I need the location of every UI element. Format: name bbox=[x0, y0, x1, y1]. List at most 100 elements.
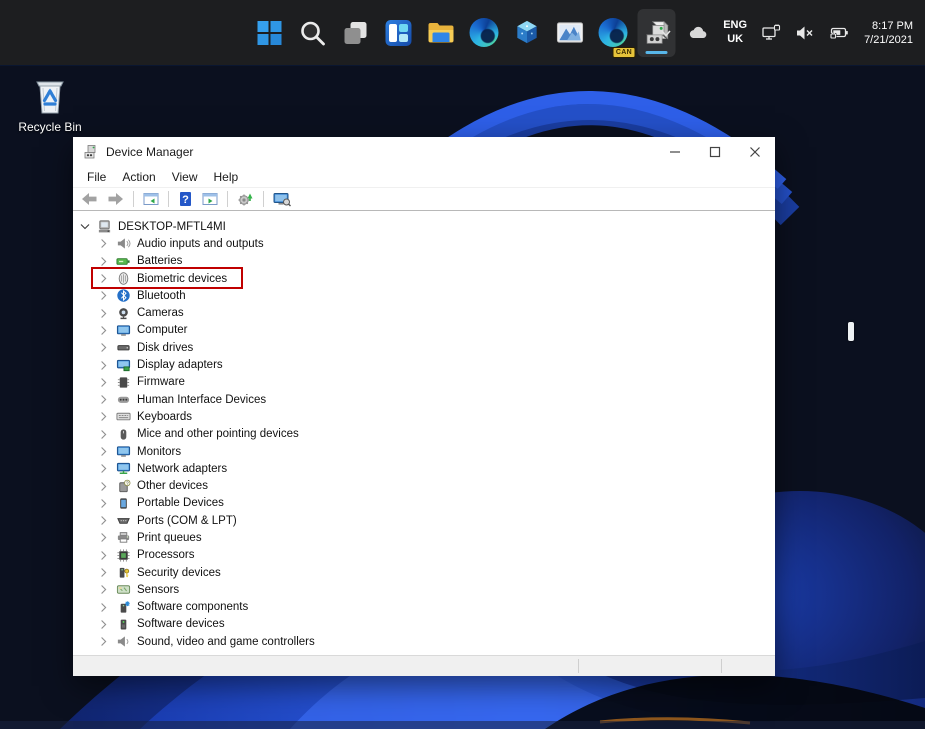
3d-viewer-button[interactable] bbox=[508, 9, 546, 57]
minimize-button[interactable] bbox=[655, 138, 695, 166]
onedrive-button[interactable] bbox=[686, 23, 710, 43]
tree-item-desktop-mftl4mi[interactable]: DESKTOP-MFTL4MI bbox=[73, 218, 775, 235]
file-explorer-button[interactable] bbox=[422, 9, 460, 57]
scan-hardware-button[interactable] bbox=[234, 190, 257, 208]
mouse-icon bbox=[116, 427, 131, 442]
chevron-right-icon[interactable] bbox=[98, 480, 110, 492]
3d-viewer-icon bbox=[517, 20, 537, 44]
window-titlebar[interactable]: Device Manager bbox=[73, 137, 775, 167]
volume-button[interactable] bbox=[794, 23, 816, 43]
chevron-right-icon[interactable] bbox=[98, 601, 110, 613]
menu-help[interactable]: Help bbox=[208, 168, 245, 186]
chevron-right-icon[interactable] bbox=[98, 618, 110, 630]
bluetooth-icon bbox=[116, 288, 131, 303]
tree-item-software-devices[interactable]: Software devices bbox=[73, 616, 775, 633]
chevron-right-icon[interactable] bbox=[98, 376, 110, 388]
tree-item-label: Sound, video and game controllers bbox=[137, 635, 315, 648]
chevron-right-icon[interactable] bbox=[98, 307, 110, 319]
remote-desktop-icon bbox=[273, 193, 291, 207]
back-button[interactable] bbox=[78, 190, 101, 208]
menu-view[interactable]: View bbox=[166, 168, 204, 186]
menu-file[interactable]: File bbox=[81, 168, 112, 186]
chevron-right-icon[interactable] bbox=[98, 446, 110, 458]
tree-item-disk-drives[interactable]: Disk drives bbox=[73, 339, 775, 356]
tree-item-bluetooth[interactable]: Bluetooth bbox=[73, 287, 775, 304]
chevron-right-icon[interactable] bbox=[98, 549, 110, 561]
tree-item-human-interface-devices[interactable]: Human Interface Devices bbox=[73, 391, 775, 408]
maximize-button[interactable] bbox=[695, 138, 735, 166]
tree-item-portable-devices[interactable]: Portable Devices bbox=[73, 495, 775, 512]
chevron-right-icon[interactable] bbox=[98, 290, 110, 302]
chevron-right-icon[interactable] bbox=[98, 636, 110, 648]
start-button[interactable] bbox=[250, 9, 288, 57]
chevron-right-icon[interactable] bbox=[98, 411, 110, 423]
battery-button[interactable] bbox=[827, 23, 851, 43]
cursor-artifact bbox=[848, 322, 854, 341]
chevron-right-icon[interactable] bbox=[98, 394, 110, 406]
tree-item-batteries[interactable]: Batteries bbox=[73, 253, 775, 270]
chevron-right-icon[interactable] bbox=[98, 515, 110, 527]
tree-item-monitors[interactable]: Monitors bbox=[73, 443, 775, 460]
edge-button[interactable] bbox=[465, 9, 503, 57]
tree-item-sound-video-and-game-controllers[interactable]: Sound, video and game controllers bbox=[73, 633, 775, 650]
photos-button[interactable] bbox=[551, 9, 589, 57]
chevron-right-icon[interactable] bbox=[98, 238, 110, 250]
clock[interactable]: 8:17 PM 7/21/2021 bbox=[862, 17, 915, 50]
tree-item-computer[interactable]: Computer bbox=[73, 322, 775, 339]
tree-item-audio-inputs-and-outputs[interactable]: Audio inputs and outputs bbox=[73, 235, 775, 252]
tree-item-print-queues[interactable]: Print queues bbox=[73, 529, 775, 546]
close-button[interactable] bbox=[735, 138, 775, 166]
tree-item-display-adapters[interactable]: Display adapters bbox=[73, 356, 775, 373]
tree-item-software-components[interactable]: Software components bbox=[73, 599, 775, 616]
fingerprint-icon bbox=[116, 271, 131, 286]
tree-item-label: Human Interface Devices bbox=[137, 393, 267, 406]
chevron-right-icon[interactable] bbox=[98, 567, 110, 579]
svg-text:?: ? bbox=[126, 480, 129, 485]
chevron-right-icon[interactable] bbox=[98, 428, 110, 440]
status-bar bbox=[73, 655, 775, 676]
tree-item-firmware[interactable]: Firmware bbox=[73, 374, 775, 391]
widgets-button[interactable] bbox=[379, 9, 417, 57]
remote-desktop-button[interactable] bbox=[270, 190, 294, 208]
forward-button[interactable] bbox=[104, 190, 127, 208]
chevron-right-icon[interactable] bbox=[98, 584, 110, 596]
task-view-button[interactable] bbox=[336, 9, 374, 57]
search-button[interactable] bbox=[293, 9, 331, 57]
help-button[interactable]: ? bbox=[175, 190, 196, 208]
tree-item-label: Cameras bbox=[137, 307, 184, 320]
chevron-down-icon[interactable] bbox=[79, 221, 91, 233]
tree-item-other-devices[interactable]: ? Other devices bbox=[73, 477, 775, 494]
chevron-right-icon[interactable] bbox=[98, 497, 110, 509]
toolbar-separator bbox=[133, 191, 134, 207]
tree-item-keyboards[interactable]: Keyboards bbox=[73, 408, 775, 425]
tree-item-label: Ports (COM & LPT) bbox=[137, 514, 237, 527]
language-line2: UK bbox=[727, 33, 744, 45]
edge-canary-button[interactable]: CAN bbox=[594, 9, 635, 58]
tree-item-ports-com-lpt[interactable]: Ports (COM & LPT) bbox=[73, 512, 775, 529]
chevron-right-icon[interactable] bbox=[98, 255, 110, 267]
screen: CAN ENG UK 8:17 PM 7/21/2021 Recycle Bin… bbox=[0, 0, 925, 729]
chevron-right-icon[interactable] bbox=[98, 324, 110, 336]
tree-item-sensors[interactable]: Sensors bbox=[73, 581, 775, 598]
chevron-right-icon[interactable] bbox=[98, 532, 110, 544]
recycle-bin-icon bbox=[36, 81, 64, 114]
chevron-right-icon[interactable] bbox=[98, 463, 110, 475]
recycle-bin[interactable]: Recycle Bin bbox=[6, 74, 94, 134]
menu-action[interactable]: Action bbox=[116, 168, 161, 186]
chevron-right-icon[interactable] bbox=[98, 342, 110, 354]
tree-item-security-devices[interactable]: Security devices bbox=[73, 564, 775, 581]
chevron-right-icon[interactable] bbox=[98, 273, 110, 285]
scan-hardware-icon bbox=[238, 193, 253, 206]
language-indicator[interactable]: ENG UK bbox=[721, 17, 749, 49]
network-button[interactable] bbox=[760, 22, 783, 44]
tree-item-cameras[interactable]: Cameras bbox=[73, 304, 775, 321]
tree-item-network-adapters[interactable]: Network adapters bbox=[73, 460, 775, 477]
tree-item-biometric-devices[interactable]: Biometric devices bbox=[73, 266, 775, 289]
tray-chevron-button[interactable] bbox=[657, 24, 675, 42]
taskbar: CAN ENG UK 8:17 PM 7/21/2021 bbox=[0, 0, 925, 66]
tree-item-mice-and-other-pointing-devices[interactable]: Mice and other pointing devices bbox=[73, 426, 775, 443]
tree-item-processors[interactable]: Processors bbox=[73, 547, 775, 564]
chevron-right-icon[interactable] bbox=[98, 359, 110, 371]
console-tree-button[interactable] bbox=[140, 190, 162, 208]
show-window-button[interactable] bbox=[199, 190, 221, 208]
